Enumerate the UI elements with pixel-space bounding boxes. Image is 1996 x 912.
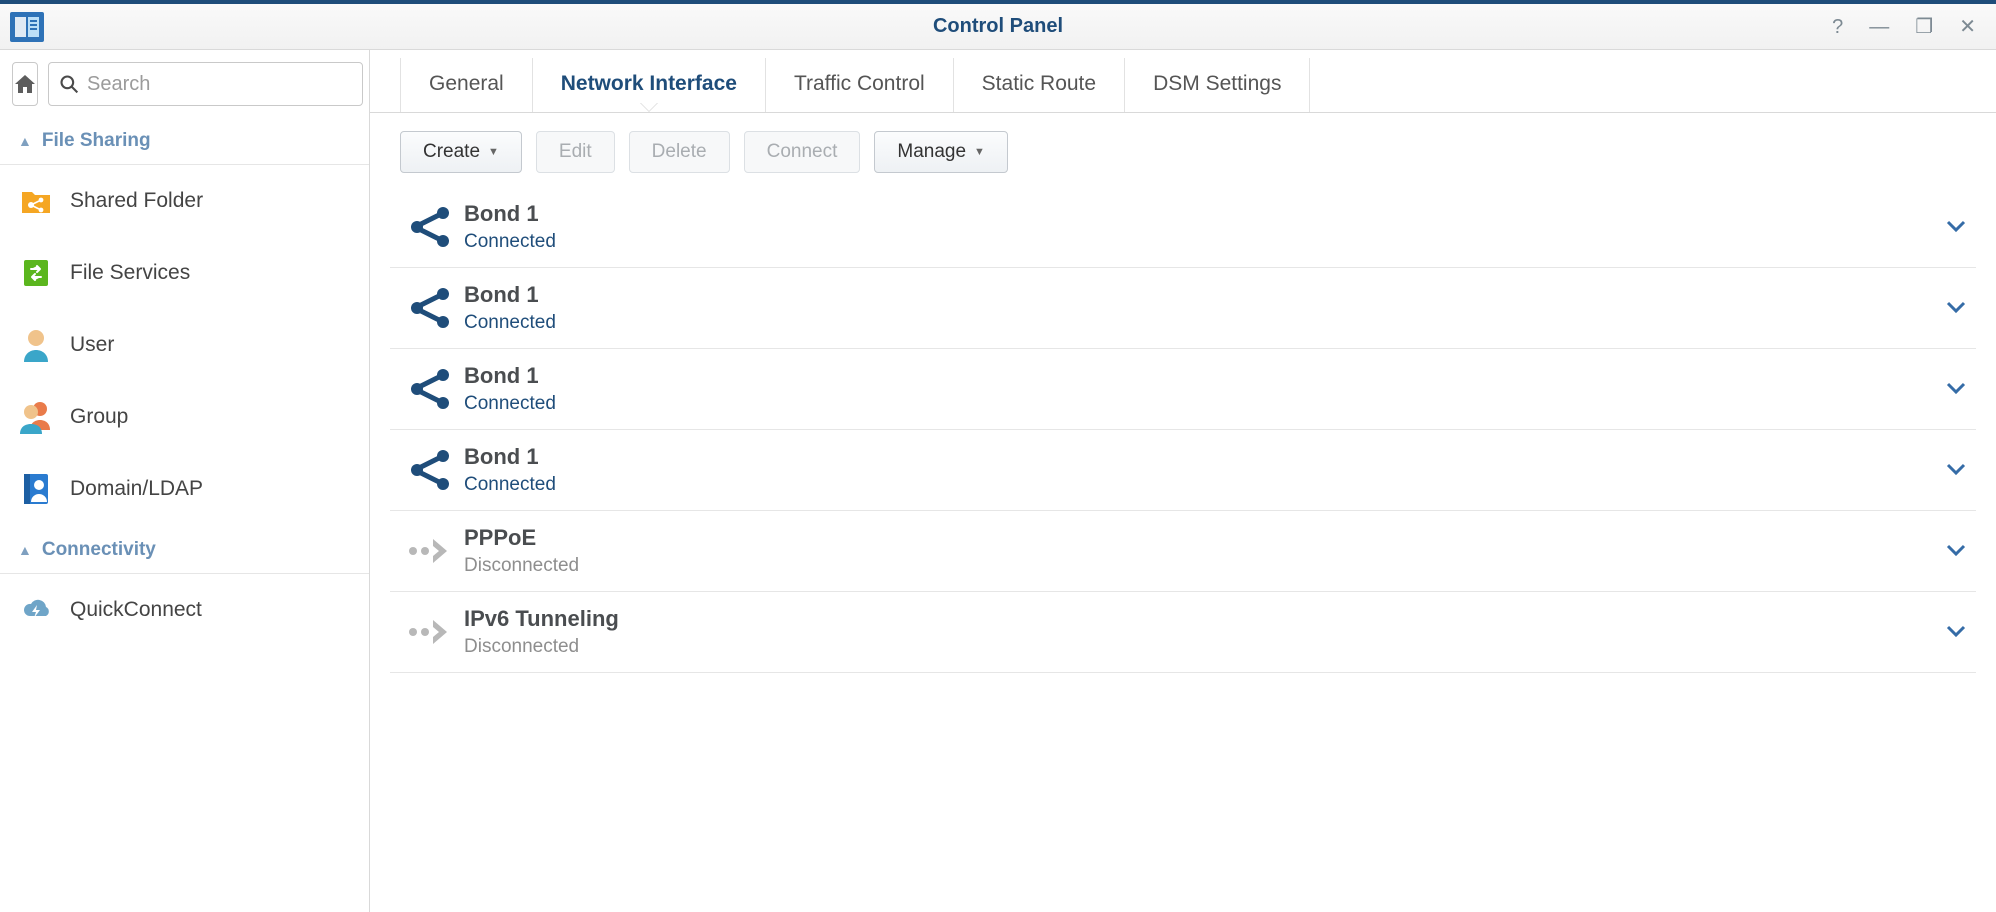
sidebar-item-label: Domain/LDAP <box>70 477 203 501</box>
button-label: Create <box>423 141 480 163</box>
edit-button: Edit <box>536 131 615 173</box>
tab-bar: GeneralNetwork InterfaceTraffic ControlS… <box>370 50 1996 113</box>
interface-row[interactable]: Bond 1 Connected <box>390 349 1976 430</box>
interface-status: Connected <box>464 474 1946 496</box>
home-icon <box>13 72 37 96</box>
bond-icon <box>394 448 464 492</box>
interface-name: Bond 1 <box>464 363 1946 389</box>
cloud-bolt-icon <box>18 592 54 628</box>
interface-name: Bond 1 <box>464 282 1946 308</box>
section-label: File Sharing <box>42 130 151 152</box>
section-label: Connectivity <box>42 539 156 561</box>
home-button[interactable] <box>12 62 38 106</box>
interface-name: Bond 1 <box>464 444 1946 470</box>
sidebar-item-label: Shared Folder <box>70 189 203 213</box>
sidebar-item-quickconnect[interactable]: QuickConnect <box>0 574 369 646</box>
sidebar-item-group[interactable]: Group <box>0 381 369 453</box>
chevron-down-icon[interactable] <box>1946 220 1976 234</box>
bond-icon <box>394 367 464 411</box>
delete-button: Delete <box>629 131 730 173</box>
interface-status: Connected <box>464 231 1946 253</box>
interface-row[interactable]: Bond 1 Connected <box>390 268 1976 349</box>
chevron-down-icon[interactable] <box>1946 382 1976 396</box>
chevron-down-icon[interactable] <box>1946 625 1976 639</box>
minimize-icon[interactable]: — <box>1869 17 1889 37</box>
sidebar-item-user[interactable]: User <box>0 309 369 381</box>
sidebar-item-file-services[interactable]: File Services <box>0 237 369 309</box>
interface-name: IPv6 Tunneling <box>464 606 1946 632</box>
window-title: Control Panel <box>0 15 1996 38</box>
maximize-icon[interactable]: ❐ <box>1915 17 1933 37</box>
tab-general[interactable]: General <box>400 58 533 112</box>
tunnel-icon <box>394 535 464 567</box>
tab-dsm-settings[interactable]: DSM Settings <box>1125 58 1310 112</box>
interface-status: Connected <box>464 312 1946 334</box>
chevron-down-icon: ▼ <box>974 146 985 158</box>
help-icon[interactable]: ? <box>1832 17 1843 37</box>
content-area: GeneralNetwork InterfaceTraffic ControlS… <box>370 50 1996 912</box>
search-icon <box>59 74 79 94</box>
chevron-down-icon[interactable] <box>1946 463 1976 477</box>
user-icon <box>18 327 54 363</box>
bond-icon <box>394 286 464 330</box>
section-header-connectivity[interactable]: ▲ Connectivity <box>0 525 369 574</box>
tab-static-route[interactable]: Static Route <box>954 58 1125 112</box>
domain-icon <box>18 471 54 507</box>
sidebar-item-label: File Services <box>70 261 190 285</box>
search-field[interactable] <box>48 62 363 106</box>
tunnel-icon <box>394 616 464 648</box>
search-input[interactable] <box>87 73 352 96</box>
button-label: Delete <box>652 141 707 163</box>
interface-name: Bond 1 <box>464 201 1946 227</box>
toolbar: Create ▼ Edit Delete Connect Manage ▼ <box>370 113 1996 187</box>
sidebar-item-label: Group <box>70 405 128 429</box>
create-button[interactable]: Create ▼ <box>400 131 522 173</box>
file-sync-icon <box>18 255 54 291</box>
titlebar: Control Panel ? — ❐ ✕ <box>0 4 1996 50</box>
sidebar-item-shared-folder[interactable]: Shared Folder <box>0 165 369 237</box>
button-label: Edit <box>559 141 592 163</box>
bond-icon <box>394 205 464 249</box>
tab-traffic-control[interactable]: Traffic Control <box>766 58 954 112</box>
interface-row[interactable]: Bond 1 Connected <box>390 430 1976 511</box>
chevron-up-icon: ▲ <box>18 133 32 149</box>
close-icon[interactable]: ✕ <box>1959 17 1976 37</box>
section-header-file-sharing[interactable]: ▲ File Sharing <box>0 116 369 165</box>
interface-row[interactable]: IPv6 Tunneling Disconnected <box>390 592 1976 673</box>
chevron-up-icon: ▲ <box>18 542 32 558</box>
interface-name: PPPoE <box>464 525 1946 551</box>
chevron-down-icon: ▼ <box>488 146 499 158</box>
sidebar-item-domain-ldap[interactable]: Domain/LDAP <box>0 453 369 525</box>
sidebar-item-label: User <box>70 333 114 357</box>
chevron-down-icon[interactable] <box>1946 301 1976 315</box>
sidebar: ▲ File Sharing Shared Folder File Services U… <box>0 50 370 912</box>
chevron-down-icon[interactable] <box>1946 544 1976 558</box>
manage-button[interactable]: Manage ▼ <box>874 131 1008 173</box>
interface-status: Disconnected <box>464 636 1946 658</box>
interface-status: Connected <box>464 393 1946 415</box>
button-label: Manage <box>897 141 966 163</box>
tab-network-interface[interactable]: Network Interface <box>533 58 766 112</box>
connect-button: Connect <box>744 131 861 173</box>
button-label: Connect <box>767 141 838 163</box>
interface-list: Bond 1 Connected Bond 1 Connected Bond 1 Conn… <box>370 187 1996 912</box>
sidebar-item-label: QuickConnect <box>70 598 202 622</box>
interface-row[interactable]: PPPoE Disconnected <box>390 511 1976 592</box>
interface-row[interactable]: Bond 1 Connected <box>390 187 1976 268</box>
app-icon <box>10 12 44 42</box>
group-icon <box>18 399 54 435</box>
interface-status: Disconnected <box>464 555 1946 577</box>
folder-share-icon <box>18 183 54 219</box>
